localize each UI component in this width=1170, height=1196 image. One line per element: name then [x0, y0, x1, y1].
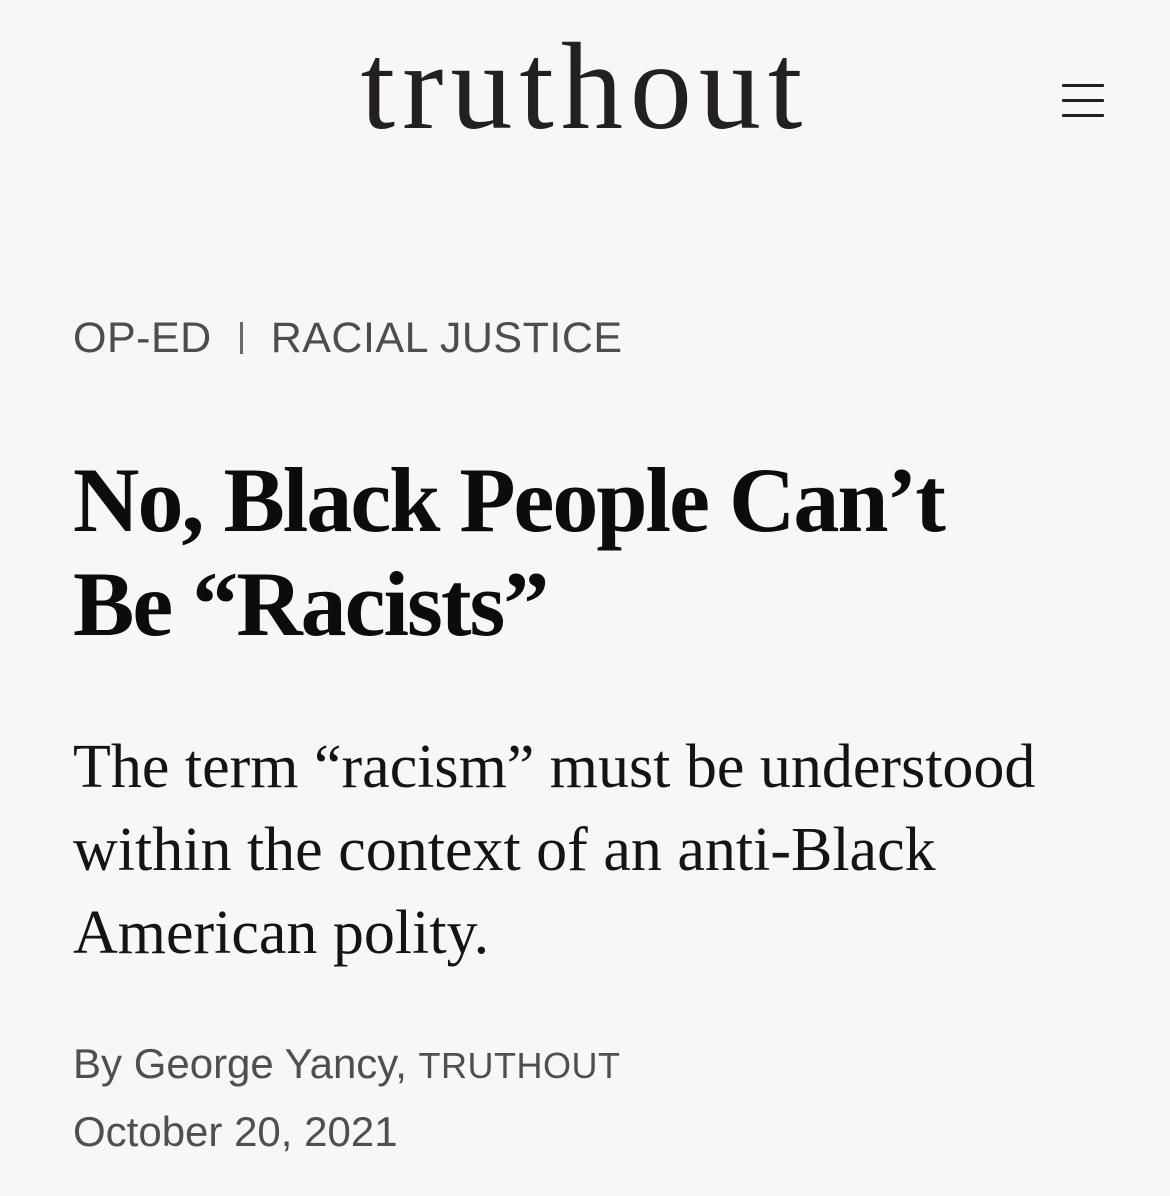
category-link-racial-justice[interactable]: RACIAL JUSTICE: [271, 314, 623, 363]
menu-button[interactable]: [1054, 78, 1112, 124]
category-divider: [239, 322, 243, 354]
category-breadcrumb: OP-ED RACIAL JUSTICE: [73, 312, 623, 364]
menu-icon-bar: [1062, 84, 1104, 87]
author-link[interactable]: George Yancy: [134, 1040, 396, 1087]
publication-name: TRUTHOUT: [418, 1045, 621, 1086]
menu-icon-bar: [1062, 114, 1104, 117]
headline-line-1: No, Black People Can’t: [73, 449, 946, 551]
category-link-op-ed[interactable]: OP-ED: [73, 314, 212, 363]
publish-date: October 20, 2021: [73, 1108, 398, 1155]
site-header: truthout: [0, 0, 1170, 190]
menu-icon-bar: [1062, 99, 1104, 102]
article-page: truthout OP-ED RACIAL JUSTICE No, Black …: [0, 0, 1170, 1196]
byline-separator: ,: [395, 1040, 419, 1087]
site-logo[interactable]: truthout: [0, 12, 1170, 162]
byline-prefix: By: [73, 1040, 134, 1087]
article-subtitle: The term “racism” must be understood wit…: [73, 733, 1036, 967]
article-headline: No, Black People Can’t Be “Racists”: [73, 448, 1133, 656]
article-byline: By George Yancy, TRUTHOUT: [73, 1038, 621, 1092]
headline-line-2: Be “Racists”: [73, 553, 549, 655]
